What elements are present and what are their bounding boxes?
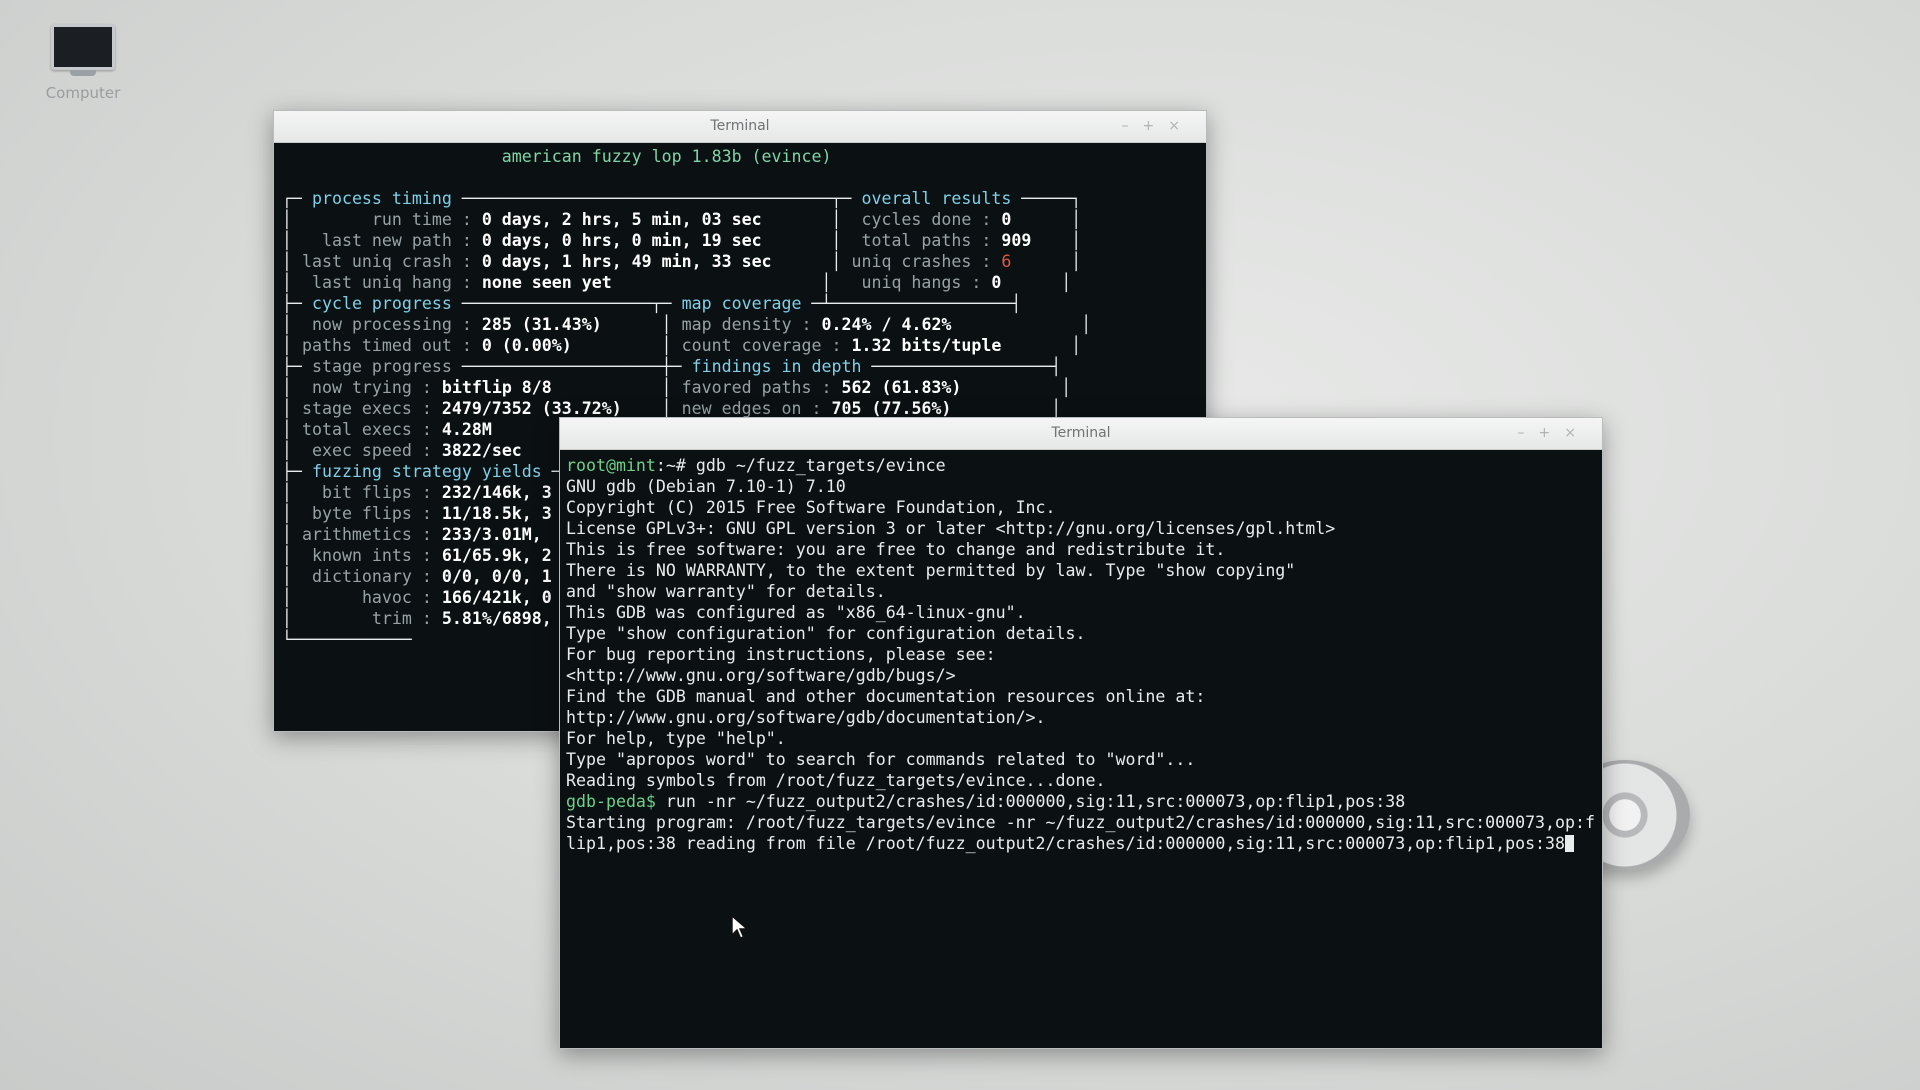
gdb-line: There is NO WARRANTY, to the extent perm… xyxy=(566,561,1296,580)
gdb-line: License GPLv3+: GNU GPL version 3 or lat… xyxy=(566,519,1336,538)
gdb-line: Find the GDB manual and other documentat… xyxy=(566,687,1206,706)
afl-banner: american fuzzy lop 1.83b (evince) xyxy=(501,147,832,166)
total-paths-value: 909 xyxy=(1001,231,1032,250)
minimize-icon[interactable]: – xyxy=(1518,425,1539,441)
gdb-line: Reading symbols from /root/fuzz_targets/… xyxy=(566,771,1106,790)
text-cursor xyxy=(1565,835,1575,852)
computer-icon xyxy=(51,24,115,70)
known-ints-value: 61/65.9k, 2 xyxy=(441,546,552,565)
gdb-line: GNU gdb (Debian 7.10-1) 7.10 xyxy=(566,477,846,496)
gdb-output: root@mint:~# gdb ~/fuzz_targets/evince G… xyxy=(566,455,1602,854)
uniq-crashes-value: 6 xyxy=(1001,252,1012,271)
gdb-line: For help, type "help". xyxy=(566,729,786,748)
gdb-command: gdb ~/fuzz_targets/evince xyxy=(695,456,946,475)
gdb-line: Type "apropos word" to search for comman… xyxy=(566,750,1196,769)
gdb-line: This is free software: you are free to c… xyxy=(566,540,1226,559)
count-coverage-value: 1.32 bits/tuple xyxy=(851,336,1002,355)
gdb-line: For bug reporting instructions, please s… xyxy=(566,645,996,664)
last-new-path-value: 0 days, 0 hrs, 0 min, 19 sec xyxy=(481,231,762,250)
uniq-hangs-value: 0 xyxy=(991,273,1002,292)
map-coverage-header: map coverage xyxy=(681,294,802,313)
findings-in-depth-header: findings in depth xyxy=(691,357,862,376)
gdb-peda-prompt: gdb-peda$ xyxy=(566,792,666,811)
gdb-window-title: Terminal xyxy=(1051,425,1111,441)
minimize-icon[interactable]: – xyxy=(1122,118,1143,134)
shell-prompt-suffix: :~# xyxy=(655,456,696,475)
byte-flips-value: 11/18.5k, 3 xyxy=(441,504,552,523)
desktop-icon-label: Computer xyxy=(45,84,121,102)
now-processing-value: 285 (31.43%) xyxy=(481,315,602,334)
dictionary-value: 0/0, 0/0, 1 xyxy=(441,567,552,586)
paths-timed-out-value: 0 (0.00%) xyxy=(481,336,572,355)
gdb-line: http://www.gnu.org/software/gdb/document… xyxy=(566,708,1046,727)
now-trying-value: bitflip 8/8 xyxy=(441,378,552,397)
run-time-value: 0 days, 2 hrs, 5 min, 03 sec xyxy=(481,210,762,229)
cycles-done-value: 0 xyxy=(1001,210,1012,229)
gdb-line: lip1,pos:38 reading from file /root/fuzz… xyxy=(566,834,1566,853)
last-uniq-crash-value: 0 days, 1 hrs, 49 min, 33 sec xyxy=(481,252,772,271)
afl-titlebar[interactable]: Terminal –+× xyxy=(274,111,1206,143)
havoc-value: 166/421k, 0 xyxy=(441,588,552,607)
last-uniq-hang-value: none seen yet xyxy=(481,273,612,292)
close-icon[interactable]: × xyxy=(1564,425,1590,441)
afl-window-controls: –+× xyxy=(1122,111,1194,142)
close-icon[interactable]: × xyxy=(1168,118,1194,134)
stage-execs-value: 2479/7352 (33.72%) xyxy=(441,399,622,418)
gdb-titlebar[interactable]: Terminal –+× xyxy=(560,418,1602,450)
gdb-terminal-body[interactable]: root@mint:~# gdb ~/fuzz_targets/evince G… xyxy=(560,449,1602,1048)
trim-value: 5.81%/6898, xyxy=(441,609,552,628)
gdb-line: and "show warranty" for details. xyxy=(566,582,886,601)
gdb-line: This GDB was configured as "x86_64-linux… xyxy=(566,603,1026,622)
exec-speed-value: 3822/sec xyxy=(441,441,522,460)
process-timing-header: process timing xyxy=(311,189,452,208)
fuzzing-strategy-header: fuzzing strategy yields xyxy=(311,462,542,481)
gdb-line: Starting program: /root/fuzz_targets/evi… xyxy=(566,813,1595,832)
overall-results-header: overall results xyxy=(861,189,1012,208)
map-density-value: 0.24% / 4.62% xyxy=(821,315,952,334)
gdb-run-command: run -nr ~/fuzz_output2/crashes/id:000000… xyxy=(665,792,1406,811)
favored-paths-value: 562 (61.83%) xyxy=(841,378,962,397)
desktop-computer-icon[interactable]: Computer xyxy=(38,24,128,102)
afl-window-title: Terminal xyxy=(710,118,770,134)
shell-prompt: root@mint xyxy=(566,456,656,475)
stage-progress-header: stage progress xyxy=(311,357,452,376)
gdb-window-controls: –+× xyxy=(1518,418,1590,449)
gdb-line: Type "show configuration" for configurat… xyxy=(566,624,1086,643)
maximize-icon[interactable]: + xyxy=(1143,118,1169,134)
arithmetics-value: 233/3.01M, xyxy=(441,525,542,544)
new-edges-on-value: 705 (77.56%) xyxy=(831,399,952,418)
total-execs-value: 4.28M xyxy=(441,420,492,439)
gdb-line: <http://www.gnu.org/software/gdb/bugs/> xyxy=(566,666,956,685)
gdb-line: Copyright (C) 2015 Free Software Foundat… xyxy=(566,498,1056,517)
gdb-terminal-window[interactable]: Terminal –+× root@mint:~# gdb ~/fuzz_tar… xyxy=(559,417,1603,1049)
bit-flips-value: 232/146k, 3 xyxy=(441,483,552,502)
maximize-icon[interactable]: + xyxy=(1539,425,1565,441)
monitor-stand xyxy=(70,70,96,76)
cycle-progress-header: cycle progress xyxy=(311,294,452,313)
